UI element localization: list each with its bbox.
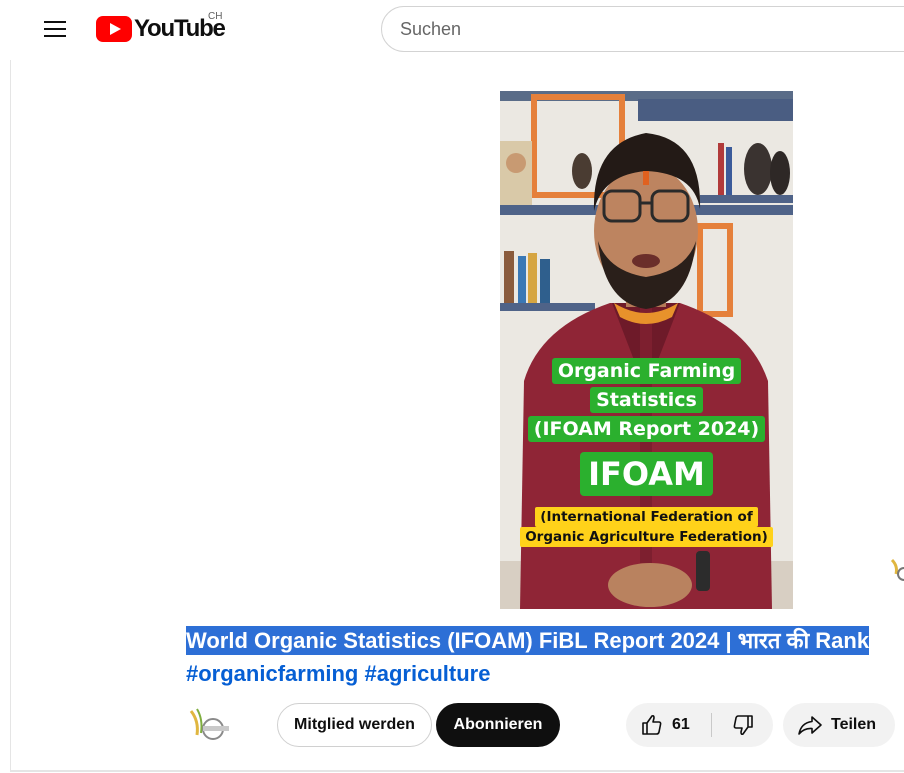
share-label: Teilen [831,716,877,733]
video-caption-sub: (International Federation of Organic Agr… [500,507,793,547]
hashtag-agriculture[interactable]: #agriculture [365,661,491,686]
hamburger-menu-icon[interactable] [36,14,72,44]
hashtag-line: #organicfarming #agriculture [186,659,490,689]
search-input[interactable] [400,17,880,41]
video-caption-big: IFOAM [500,452,793,496]
bottom-divider [10,770,904,772]
share-arrow-icon [798,716,822,735]
country-code: CH [208,11,223,22]
caption-ifoam: IFOAM [580,452,713,496]
clipped-channel-logo-icon [890,558,904,581]
youtube-logo[interactable]: YouTube [96,14,226,44]
join-button[interactable]: Mitglied werden [277,703,432,747]
like-dislike-bar: 61 [626,703,773,747]
caption-sub-line-1: (International Federation of [535,507,758,527]
video-player[interactable]: Organic Farming Statistics (IFOAM Report… [500,91,793,609]
youtube-play-icon [96,16,132,42]
search-box[interactable] [381,6,904,52]
dislike-button[interactable] [712,703,773,747]
channel-avatar[interactable] [187,705,231,745]
caption-line-3: (IFOAM Report 2024) [527,416,766,442]
youtube-watch-page: YouTube CH Suchen Organic Farming Statis… [0,0,904,773]
video-caption-stack: Organic Farming Statistics (IFOAM Report… [500,358,793,442]
caption-sub-line-2: Organic Agriculture Federation) [520,527,773,547]
caption-line-1: Organic Farming [551,358,742,384]
video-title-text: World Organic Statistics (IFOAM) FiBL Re… [186,626,870,655]
thumbs-down-icon [733,715,753,736]
video-title: World Organic Statistics (IFOAM) FiBL Re… [186,626,904,656]
share-button[interactable]: Teilen [783,703,895,747]
like-count: 61 [672,716,690,733]
subscribe-button[interactable]: Abonnieren [436,703,560,747]
sidebar-divider [10,60,11,772]
thumbs-up-icon [642,714,662,735]
caption-line-2: Statistics [590,387,703,413]
like-button[interactable]: 61 [626,703,711,747]
hashtag-organicfarming[interactable]: #organicfarming [186,661,358,686]
